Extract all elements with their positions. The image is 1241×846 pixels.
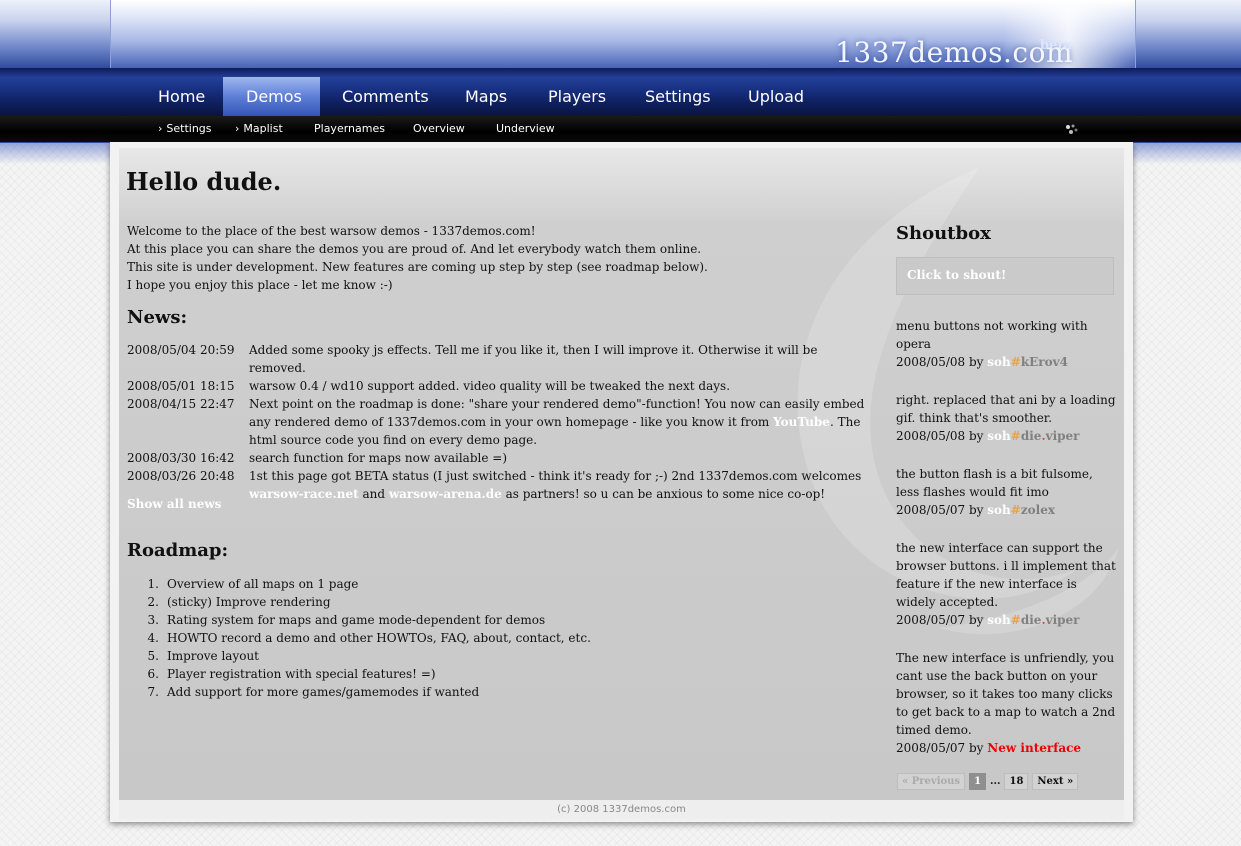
list-item: 4. HOWTO record a demo and other HOWTOs, … bbox=[147, 631, 591, 645]
footer: (c) 2008 1337demos.com bbox=[119, 800, 1124, 820]
subnav-playernames[interactable]: Playernames bbox=[314, 122, 385, 135]
shout-entry: The new interface is unfriendly, you can… bbox=[896, 651, 1116, 755]
shoutbox-title: Shoutbox bbox=[896, 223, 991, 244]
site-logo[interactable]: 1337demos.com bbox=[835, 36, 1073, 69]
shout-author[interactable]: soh#kErov4 bbox=[987, 355, 1068, 369]
list-item: 1. Overview of all maps on 1 page bbox=[147, 577, 359, 591]
subnav-overview[interactable]: Overview bbox=[413, 122, 465, 135]
pager-previous: « Previous bbox=[897, 773, 966, 790]
shout-entry: menu buttons not working with opera 2008… bbox=[896, 319, 1088, 369]
news-item: 2008/05/04 20:59 Added some spooky js ef… bbox=[127, 343, 818, 375]
news-item: 2008/05/01 18:15 warsow 0.4 / wd10 suppo… bbox=[127, 379, 731, 393]
news-list: 2008/05/04 20:59 Added some spooky js ef… bbox=[127, 341, 867, 503]
youtube-link[interactable]: YouTube bbox=[773, 415, 830, 429]
subnav-underview[interactable]: Underview bbox=[496, 122, 555, 135]
beta-badge: beta bbox=[1040, 38, 1072, 53]
show-all-news-link[interactable]: Show all news bbox=[127, 497, 221, 511]
intro-text: Welcome to the place of the best warsow … bbox=[127, 224, 708, 292]
list-item: 2. (sticky) Improve rendering bbox=[147, 595, 331, 609]
shout-author[interactable]: soh#die.viper bbox=[987, 613, 1079, 627]
nav-home[interactable]: Home bbox=[158, 87, 205, 106]
list-item: 7. Add support for more games/gamemodes i… bbox=[147, 685, 480, 699]
warsow-race-link[interactable]: warsow-race.net bbox=[249, 487, 359, 501]
shoutbox-pagination: « Previous 1 ... 18 Next » bbox=[897, 773, 1079, 790]
page-title: Hello dude. bbox=[126, 167, 282, 196]
list-item: 6. Player registration with special featu… bbox=[147, 667, 436, 681]
chevron-right-icon: › bbox=[235, 122, 240, 135]
pager-page-current: 1 bbox=[969, 773, 987, 790]
chevron-right-icon: › bbox=[158, 122, 163, 135]
pager-page-last[interactable]: 18 bbox=[1004, 773, 1029, 790]
shout-entry: the new interface can support the browse… bbox=[896, 541, 1116, 627]
nav-upload[interactable]: Upload bbox=[748, 87, 804, 106]
news-item: 2008/03/30 16:42 search function for map… bbox=[127, 451, 507, 465]
pager-next[interactable]: Next » bbox=[1032, 773, 1079, 790]
pager-ellipsis: ... bbox=[990, 776, 1001, 787]
shout-author[interactable]: soh#zolex bbox=[987, 503, 1055, 517]
roadmap-list: 1. Overview of all maps on 1 page 2. (stic… bbox=[127, 575, 591, 701]
news-heading: News: bbox=[127, 307, 188, 328]
shout-list: menu buttons not working with opera 2008… bbox=[896, 317, 1118, 777]
nav-players[interactable]: Players bbox=[548, 87, 606, 106]
warsow-arena-link[interactable]: warsow-arena.de bbox=[389, 487, 502, 501]
shout-button[interactable]: Click to shout! bbox=[896, 257, 1114, 295]
list-item: 5. Improve layout bbox=[147, 649, 260, 663]
shout-entry: right. replaced that ani by a loading gi… bbox=[896, 393, 1116, 443]
list-item: 3. Rating system for maps and game mode-d… bbox=[147, 613, 546, 627]
subnav-settings[interactable]: › Settings bbox=[158, 122, 212, 135]
news-item: 2008/03/26 20:48 1st this page got BETA … bbox=[127, 469, 862, 501]
shout-author[interactable]: New interface bbox=[987, 741, 1081, 755]
subnav-maplist[interactable]: › Maplist bbox=[235, 122, 283, 135]
nav-settings[interactable]: Settings bbox=[645, 87, 711, 106]
nav-maps[interactable]: Maps bbox=[465, 87, 507, 106]
sub-nav: › Settings › Maplist Playernames Overview … bbox=[0, 116, 1241, 143]
nav-comments[interactable]: Comments bbox=[342, 87, 429, 106]
news-item: 2008/04/15 22:47 Next point on the roadm… bbox=[127, 397, 865, 447]
main-nav: Home Demos Comments Maps Players Setting… bbox=[0, 68, 1241, 116]
roadmap-heading: Roadmap: bbox=[127, 540, 229, 561]
shout-entry: the button flash is a bit fulsome, less … bbox=[896, 467, 1093, 517]
loading-icon bbox=[1066, 124, 1078, 134]
nav-demos[interactable]: Demos bbox=[246, 87, 302, 106]
shout-author[interactable]: soh#die.viper bbox=[987, 429, 1079, 443]
